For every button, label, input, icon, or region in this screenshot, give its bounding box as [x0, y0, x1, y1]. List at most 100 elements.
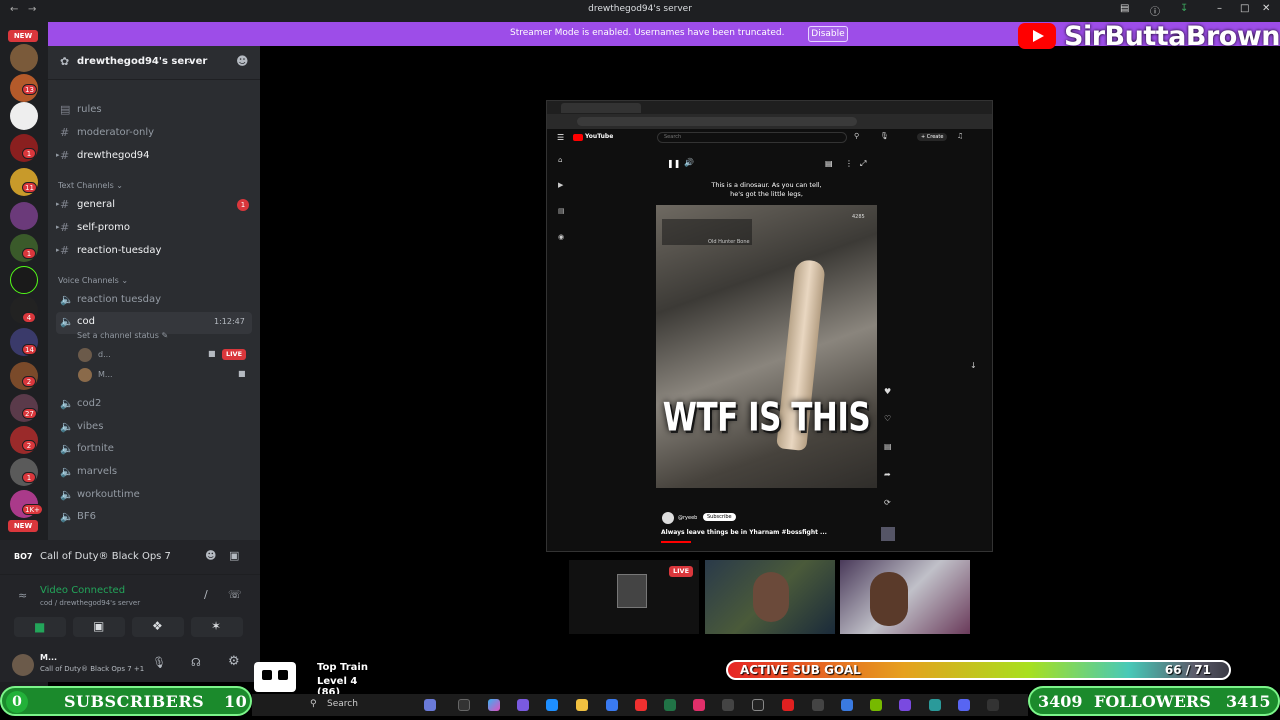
invite-people-icon[interactable]: ☻ — [236, 54, 249, 68]
discord-icon[interactable] — [958, 699, 970, 711]
disable-streamer-mode-button[interactable]: Disable — [808, 26, 848, 42]
close-icon[interactable]: ✕ — [1262, 3, 1270, 14]
download-icon[interactable]: ↧ — [1180, 3, 1188, 14]
home-icon[interactable]: ⌂ — [558, 156, 562, 164]
voice-user[interactable]: d... ■ LIVE — [78, 348, 248, 362]
subscribe-button[interactable]: Subscribe — [703, 513, 736, 521]
pause-icon[interactable]: ❚❚ — [667, 159, 680, 168]
game-logo-icon: BO7 — [14, 552, 33, 561]
user-add-icon[interactable]: ☻ — [205, 549, 216, 562]
taskbar-search[interactable]: Search — [327, 699, 358, 709]
server-icon[interactable] — [10, 102, 38, 130]
app-icon[interactable] — [782, 699, 794, 711]
progress-bar[interactable] — [661, 541, 691, 543]
subscriptions-icon[interactable]: ▤ — [558, 207, 565, 215]
inbox-icon[interactable]: ▤ — [1120, 3, 1129, 14]
settings-gear-icon[interactable]: ⚙ — [228, 654, 240, 669]
app-icon[interactable] — [812, 699, 824, 711]
copilot-icon[interactable] — [488, 699, 500, 711]
help-icon[interactable]: ⓘ — [1150, 3, 1160, 18]
screen-share-icon[interactable]: ▣ — [229, 549, 239, 562]
app-icon[interactable] — [517, 699, 529, 711]
fullscreen-icon[interactable]: ⤢ — [860, 159, 866, 169]
you-icon[interactable]: ◉ — [558, 233, 564, 241]
chrome-icon[interactable] — [929, 699, 941, 711]
app-icon[interactable] — [841, 699, 853, 711]
webcam-tile-screen[interactable]: LIVE — [569, 560, 699, 634]
voice-channel-marvels[interactable]: 🔈 marvels — [56, 462, 252, 482]
server-icon[interactable] — [10, 44, 38, 72]
channel-moderator-only[interactable]: # moderator-only — [56, 123, 252, 143]
channel-general[interactable]: ▸ # general 1 — [56, 195, 252, 215]
chevron-right-icon: ▸ — [56, 246, 60, 254]
dislike-icon[interactable]: ♡ — [884, 414, 891, 423]
shorts-icon[interactable]: ▶ — [558, 181, 563, 189]
microphone-icon[interactable]: 🎙 — [880, 132, 889, 140]
like-icon[interactable]: ♥ — [884, 387, 891, 396]
volume-icon[interactable]: 🔊 — [684, 158, 694, 167]
captions-icon[interactable]: ▤ — [825, 159, 833, 168]
voice-user[interactable]: M... ■ — [78, 368, 248, 382]
webcam-tile-user[interactable] — [840, 560, 970, 634]
soundboard-button[interactable]: ✶ — [191, 617, 243, 637]
app-icon[interactable] — [899, 699, 911, 711]
channel-drewthegod94[interactable]: ▸ # drewthegod94 — [56, 146, 252, 166]
maximize-icon[interactable]: □ — [1240, 3, 1249, 14]
nvidia-icon[interactable] — [870, 699, 882, 711]
share-icon[interactable]: ➦ — [884, 470, 891, 479]
youtube-search-input[interactable]: Search — [657, 132, 847, 143]
channel-rules[interactable]: ▤ rules — [56, 100, 252, 120]
microphone-icon[interactable]: 🎙 — [152, 656, 166, 669]
store-icon[interactable] — [606, 699, 618, 711]
create-button[interactable]: + Create — [917, 133, 948, 141]
server-icon[interactable] — [10, 202, 38, 230]
webcam-tile-user[interactable] — [705, 560, 835, 634]
comment-icon[interactable]: ▤ — [884, 442, 892, 451]
remix-icon[interactable]: ⟳ — [884, 498, 891, 507]
shared-browser-window: ☰ YouTube Search ⚲ 🎙 + Create ♫ ⌂ ▶ ▤ ◉ … — [546, 100, 993, 552]
file-explorer-icon[interactable] — [576, 699, 588, 711]
app-icon[interactable] — [424, 699, 436, 711]
search-icon[interactable]: ⚲ — [854, 132, 859, 140]
kick-server-icon[interactable] — [10, 266, 38, 294]
youtube-icon[interactable] — [635, 699, 647, 711]
app-icon[interactable] — [987, 699, 999, 711]
edge-icon[interactable] — [546, 699, 558, 711]
voice-connection-panel: ≈ Video Connected cod / drewthegod94's s… — [0, 574, 260, 646]
voice-channel-fortnite[interactable]: 🔈 fortnite — [56, 439, 252, 459]
noise-suppression-icon[interactable]: ∕ — [204, 588, 208, 601]
activities-button[interactable]: ❖ — [132, 617, 184, 637]
voice-channel-vibes[interactable]: 🔈 vibes — [56, 417, 252, 437]
camera-button[interactable]: ■ — [14, 617, 66, 637]
app-icon[interactable] — [722, 699, 734, 711]
menu-icon[interactable]: ☰ — [557, 133, 564, 142]
channel-reaction-tuesday[interactable]: ▸ # reaction-tuesday — [56, 241, 252, 261]
voice-channel-workouttime[interactable]: 🔈 workouttime — [56, 485, 252, 505]
task-view-icon[interactable] — [458, 699, 470, 711]
sound-thumbnail[interactable] — [881, 527, 895, 541]
browser-tab[interactable] — [561, 103, 641, 113]
headphones-icon[interactable]: ☊ — [191, 656, 201, 669]
channel-status[interactable]: Set a channel status ✎ — [77, 331, 168, 340]
more-options-icon[interactable]: ⋮ — [845, 159, 853, 168]
excel-icon[interactable] — [664, 699, 676, 711]
channel-self-promo[interactable]: ▸ # self-promo — [56, 218, 252, 238]
disconnect-icon[interactable]: ☏ — [228, 588, 242, 601]
notifications-icon[interactable]: ♫ — [957, 132, 963, 140]
video-player[interactable]: Old Hunter Bone 4285 WTF IS THIS — [656, 205, 877, 488]
next-video-icon[interactable]: ↓ — [970, 361, 977, 370]
channel-handle[interactable]: @ryeeb — [678, 515, 697, 521]
voice-channel-cod2[interactable]: 🔈 cod2 — [56, 394, 252, 414]
category-voice-channels[interactable]: Voice Channels ⌄ — [58, 276, 128, 285]
tiktok-icon[interactable] — [693, 699, 705, 711]
voice-channel-bf6[interactable]: 🔈 BF6 — [56, 507, 252, 527]
channel-avatar[interactable] — [662, 512, 674, 524]
category-text-channels[interactable]: Text Channels ⌄ — [58, 181, 123, 190]
voice-channel-reaction-tuesday[interactable]: 🔈 reaction tuesday — [56, 290, 252, 310]
url-field[interactable] — [577, 117, 857, 126]
avatar[interactable] — [12, 654, 34, 676]
share-screen-button[interactable]: ▣ — [73, 617, 125, 637]
app-icon[interactable] — [752, 699, 764, 711]
minimize-icon[interactable]: – — [1217, 3, 1222, 14]
server-header[interactable]: ✿ drewthegod94's server ⌄ ☻ — [48, 46, 260, 80]
